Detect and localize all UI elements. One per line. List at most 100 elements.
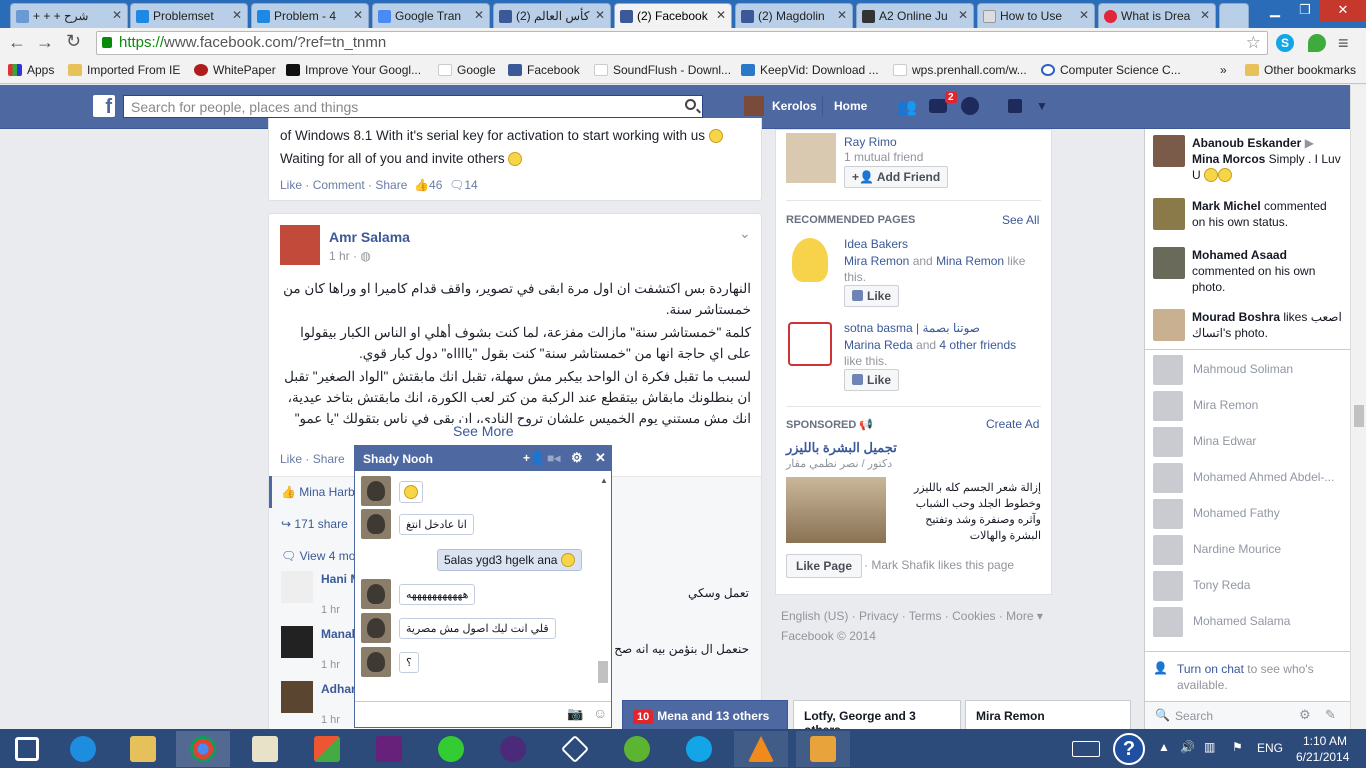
page-scrollbar[interactable] bbox=[1350, 85, 1366, 730]
taskbar-app[interactable] bbox=[548, 731, 602, 767]
chat-friend[interactable]: Mina Edwar bbox=[1153, 427, 1256, 457]
liker-link[interactable]: Mina Harb bbox=[299, 485, 354, 499]
restore-window-icon[interactable]: ❐ bbox=[1290, 0, 1320, 22]
address-bar[interactable]: https://www.facebook.com/?ref=tn_tnmn ☆ bbox=[96, 31, 1268, 55]
ticker-story[interactable]: Abanoub Eskander ▶ Mina Morcos Simply . … bbox=[1192, 135, 1342, 183]
bookmark-item[interactable]: Computer Science C... bbox=[1041, 63, 1181, 77]
like-page-button[interactable]: Like bbox=[844, 285, 900, 307]
chat-search-bar[interactable]: 🔍 Search ⚙ ✎ bbox=[1145, 701, 1350, 729]
help-icon[interactable]: ? bbox=[1113, 733, 1145, 765]
close-tab-icon[interactable]: ✕ bbox=[112, 8, 122, 22]
share-link[interactable]: Share bbox=[313, 452, 345, 466]
facebook-search-input[interactable]: Search for people, places and things bbox=[123, 95, 703, 118]
comment-author[interactable]: Adhar bbox=[321, 682, 356, 696]
close-tab-icon[interactable]: ✕ bbox=[232, 8, 242, 22]
taskbar-app[interactable] bbox=[300, 731, 354, 767]
browser-tab[interactable]: Problemset ✕ bbox=[130, 3, 248, 28]
comment-avatar[interactable] bbox=[281, 626, 313, 658]
new-tab-button[interactable] bbox=[1219, 3, 1249, 28]
minimize-window-icon[interactable]: ▁ bbox=[1260, 0, 1290, 22]
bookmark-item[interactable]: KeepVid: Download ... bbox=[741, 63, 879, 77]
close-tab-icon[interactable]: ✕ bbox=[353, 8, 363, 22]
new-message-icon[interactable]: ✎ bbox=[1325, 707, 1336, 723]
like-count[interactable]: 46 bbox=[429, 178, 442, 192]
see-more-link[interactable]: See More bbox=[453, 423, 518, 439]
menu-icon[interactable]: ≡ bbox=[1338, 33, 1349, 54]
ad-title[interactable]: تجميل البشرة بالليزر bbox=[786, 440, 897, 456]
post-author[interactable]: Amr Salama bbox=[329, 229, 410, 245]
taskbar-app-active[interactable] bbox=[176, 731, 230, 767]
chat-input[interactable]: 📷 ☺ bbox=[355, 701, 611, 727]
bookmark-item[interactable]: Google bbox=[438, 63, 496, 77]
chat-friend[interactable]: Mahmoud Soliman bbox=[1153, 355, 1293, 385]
start-button[interactable] bbox=[0, 731, 54, 767]
close-tab-icon[interactable]: ✕ bbox=[474, 8, 484, 22]
like-page-button[interactable]: Like bbox=[844, 369, 900, 391]
close-tab-icon[interactable]: ✕ bbox=[1079, 8, 1089, 22]
page-name[interactable]: sotna basma | صوتنا بصمة bbox=[844, 321, 980, 335]
scrollbar-thumb[interactable] bbox=[598, 661, 608, 683]
taskbar-app[interactable] bbox=[672, 731, 726, 767]
close-window-icon[interactable]: ✕ bbox=[1320, 0, 1366, 22]
sotna-basma-logo[interactable] bbox=[788, 322, 832, 366]
taskbar-app[interactable] bbox=[238, 731, 292, 767]
comment-time[interactable]: 1 hr bbox=[321, 659, 340, 671]
comment-link[interactable]: Comment bbox=[313, 178, 365, 192]
tray-expand-icon[interactable]: ▲ bbox=[1158, 740, 1170, 754]
bookmark-apps[interactable]: Apps bbox=[8, 63, 54, 77]
sender-avatar[interactable] bbox=[361, 476, 391, 506]
taskbar-app[interactable] bbox=[486, 731, 540, 767]
like-page-button[interactable]: Like Page bbox=[786, 554, 863, 578]
bookmark-star-icon[interactable]: ☆ bbox=[1246, 33, 1261, 53]
bookmark-item[interactable]: Facebook bbox=[508, 63, 580, 77]
touch-keyboard-icon[interactable] bbox=[1072, 741, 1100, 757]
chat-friend[interactable]: Mira Remon bbox=[1153, 391, 1258, 421]
camera-icon[interactable]: 📷 bbox=[567, 706, 583, 722]
chat-friend[interactable]: Tony Reda bbox=[1153, 571, 1250, 601]
ad-image[interactable] bbox=[786, 477, 886, 543]
hangouts-extension-icon[interactable] bbox=[1308, 34, 1326, 52]
ticker-avatar[interactable] bbox=[1153, 135, 1185, 167]
share-link[interactable]: Share bbox=[375, 178, 407, 192]
bookmark-folder[interactable]: Imported From IE bbox=[68, 63, 180, 77]
chat-settings-gear-icon[interactable]: ⚙ bbox=[1299, 707, 1311, 723]
taskbar-app[interactable] bbox=[424, 731, 478, 767]
back-icon[interactable]: ← bbox=[8, 32, 26, 53]
chat-tab[interactable]: Mira Remon bbox=[965, 700, 1131, 730]
other-bookmarks-folder[interactable]: Other bookmarks bbox=[1245, 63, 1356, 77]
browser-tab[interactable]: How to Use ✕ bbox=[977, 3, 1095, 28]
mutual-friends[interactable]: 1 mutual friend bbox=[844, 150, 923, 164]
clock-time[interactable]: 1:10 AM bbox=[1303, 734, 1347, 748]
close-tab-icon[interactable]: ✕ bbox=[1200, 8, 1210, 22]
settings-dropdown-icon[interactable]: ▼ bbox=[1036, 99, 1048, 113]
sender-avatar[interactable] bbox=[361, 613, 391, 643]
browser-tab[interactable]: Problem - 4 ✕ bbox=[251, 3, 369, 28]
author-avatar[interactable] bbox=[280, 225, 320, 265]
like-link[interactable]: Like bbox=[280, 452, 302, 466]
chat-tab[interactable]: Lotfy, George and 3 others bbox=[793, 700, 961, 737]
emoji-picker-icon[interactable]: ☺ bbox=[593, 705, 607, 721]
ticker-avatar[interactable] bbox=[1153, 309, 1185, 341]
comment-time[interactable]: 1 hr bbox=[321, 604, 340, 616]
comment-avatar[interactable] bbox=[281, 681, 313, 713]
chat-friend[interactable]: Mohamed Salama bbox=[1153, 607, 1290, 637]
post-timestamp[interactable]: 1 hr bbox=[329, 249, 350, 263]
add-friends-to-chat-icon[interactable]: +👤 bbox=[523, 451, 545, 465]
skype-extension-icon[interactable]: S bbox=[1276, 34, 1294, 52]
close-tab-icon[interactable]: ✕ bbox=[958, 8, 968, 22]
shares-link[interactable]: 171 share bbox=[294, 517, 347, 531]
ticker-avatar[interactable] bbox=[1153, 247, 1185, 279]
friend-suggestion-name[interactable]: Ray Rimo bbox=[844, 135, 897, 149]
chat-friend[interactable]: Mohamed Ahmed Abdel-... bbox=[1153, 463, 1334, 493]
chat-friend[interactable]: Mohamed Fathy bbox=[1153, 499, 1280, 529]
ticker-story[interactable]: Mourad Boshra likes اصعب اتساك's photo. bbox=[1192, 309, 1342, 341]
ticker-avatar[interactable] bbox=[1153, 198, 1185, 230]
scroll-up-icon[interactable]: ▲ bbox=[600, 476, 608, 485]
scrollbar-thumb[interactable] bbox=[1354, 405, 1364, 427]
page-name[interactable]: Idea Bakers bbox=[844, 237, 908, 251]
privacy-lock-icon[interactable] bbox=[1008, 99, 1022, 113]
taskbar-app[interactable] bbox=[734, 731, 788, 767]
search-icon[interactable] bbox=[685, 99, 696, 110]
comment-time[interactable]: 1 hr bbox=[321, 714, 340, 726]
sender-avatar[interactable] bbox=[361, 579, 391, 609]
